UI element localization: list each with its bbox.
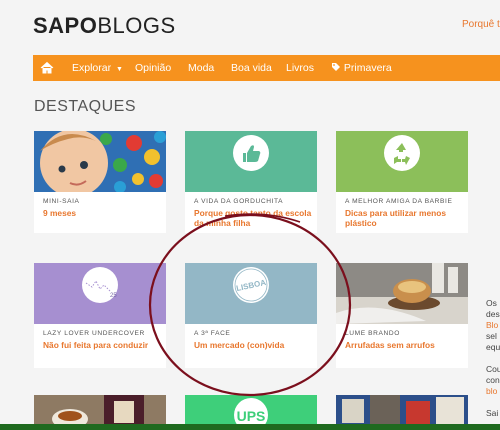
tag-icon xyxy=(331,62,344,74)
home-icon[interactable] xyxy=(33,55,61,81)
card-image-baby[interactable] xyxy=(34,131,166,192)
ups-badge-text: UPS xyxy=(237,408,266,424)
card-category[interactable]: LAZY LOVER UNDERCOVER xyxy=(43,330,145,337)
nav-item-opiniao[interactable]: Opinião xyxy=(135,55,171,81)
card-title[interactable]: Um mercado (con)vida xyxy=(194,340,314,350)
card-title[interactable]: 9 meses xyxy=(43,208,163,218)
lazy-badge-number: 25 xyxy=(110,293,117,299)
card-title[interactable]: Não fui feita para conduzir xyxy=(43,340,163,350)
top-right-link[interactable]: Porquê te xyxy=(462,19,500,30)
card-category[interactable]: A 3ª FACE xyxy=(194,330,230,337)
nav-item-livros[interactable]: Livros xyxy=(286,55,314,81)
highlight-card[interactable]: LISBOA A 3ª FACE Um mercado (con)vida xyxy=(185,263,317,368)
card-category[interactable]: LUME BRANDO xyxy=(345,330,400,337)
main-nav: Explorar ▼ Opinião Moda Boa vida Livros … xyxy=(33,55,500,81)
card-category[interactable]: A VIDA DA GORDUCHITA xyxy=(194,198,283,205)
card-title[interactable]: Dicas para utilizar menos plástico xyxy=(345,208,465,228)
nav-item-boa-vida[interactable]: Boa vida xyxy=(231,55,272,81)
section-title: DESTAQUES xyxy=(34,98,136,115)
site-header: SAPOBLOGS Porquê te xyxy=(0,0,500,52)
card-image-lisboa[interactable]: LISBOA xyxy=(185,263,317,324)
bottom-strip xyxy=(0,424,500,430)
highlight-card[interactable]: 25 LAZY LOVER UNDERCOVER Não fui feita p… xyxy=(34,263,166,368)
sidebar-text-line: sel xyxy=(486,331,497,341)
nav-item-moda[interactable]: Moda xyxy=(188,55,214,81)
card-category[interactable]: MINI-SAIA xyxy=(43,198,80,205)
nav-item-primavera[interactable]: Primavera xyxy=(331,55,392,81)
card-image-recycle[interactable] xyxy=(336,131,468,192)
card-category[interactable]: A MELHOR AMIGA DA BARBIE xyxy=(345,198,452,205)
card-image-thumbs-up[interactable] xyxy=(185,131,317,192)
caret-down-icon: ▼ xyxy=(116,66,123,73)
card-title[interactable]: Arrufadas sem arrufos xyxy=(345,340,465,350)
highlight-card[interactable]: MINI-SAIA 9 meses xyxy=(34,131,166,233)
logo-light-text: BLOGS xyxy=(97,13,176,38)
sidebar-text-line: Sai xyxy=(486,408,499,418)
highlight-card[interactable]: LUME BRANDO Arrufadas sem arrufos xyxy=(336,263,468,368)
card-image-pastry[interactable] xyxy=(336,263,468,324)
nav-item-explorar[interactable]: Explorar ▼ xyxy=(72,55,123,81)
nav-primavera-label: Primavera xyxy=(343,62,392,74)
sidebar-text-line: des xyxy=(486,309,500,319)
sidebar-link[interactable]: blo xyxy=(486,386,497,397)
highlight-card[interactable]: A VIDA DA GORDUCHITA Porque gosto tanto … xyxy=(185,131,317,233)
card-image-lazy-lover[interactable]: 25 xyxy=(34,263,166,324)
nav-explorar-label: Explorar xyxy=(72,62,112,74)
sidebar-text-line: con xyxy=(486,375,500,385)
sapo-blogs-logo[interactable]: SAPOBLOGS xyxy=(33,13,176,39)
logo-bold-text: SAPO xyxy=(33,13,98,38)
sidebar-link[interactable]: Blo xyxy=(486,320,498,331)
card-title[interactable]: Porque gosto tanto da escola da minha fi… xyxy=(194,208,314,228)
sidebar-text-line: Os xyxy=(486,298,497,308)
highlight-card[interactable]: A MELHOR AMIGA DA BARBIE Dicas para util… xyxy=(336,131,468,233)
sidebar-text-line: equ xyxy=(486,342,500,352)
sidebar-text-line: Cou xyxy=(486,364,500,374)
